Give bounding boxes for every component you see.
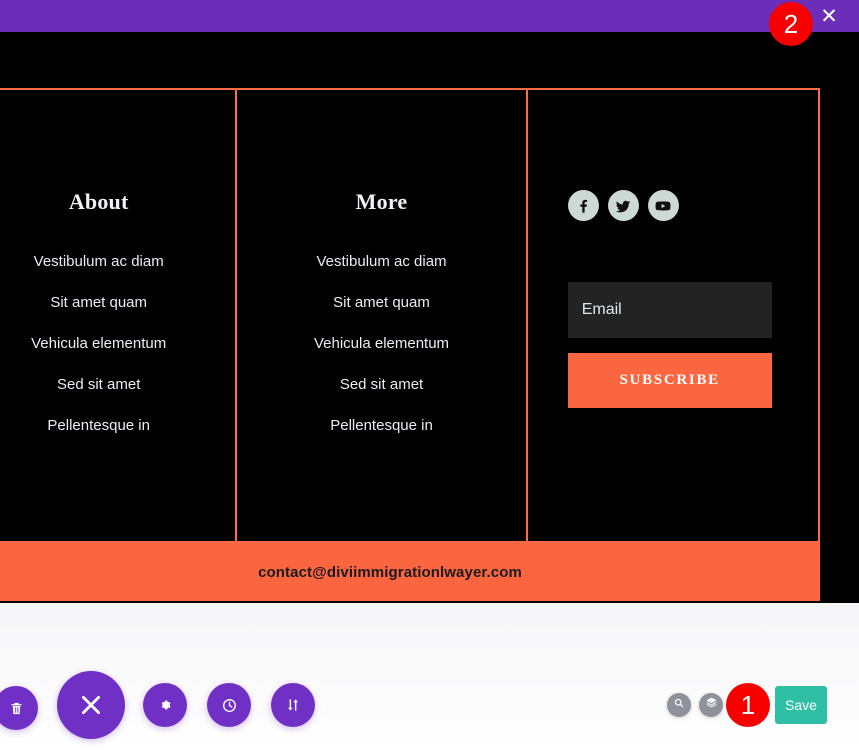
zoom-button[interactable] [667,693,691,717]
sort-arrows-icon [285,697,301,713]
contact-bar: contact@diviimmigrationlwayer.com [0,543,820,601]
column-heading-more: More [355,189,408,214]
list-item[interactable]: Sed sit amet [237,364,525,405]
history-button[interactable] [207,683,251,727]
step-badge-2: 2 [769,2,813,46]
list-item[interactable]: Pellentesque in [0,405,235,446]
list-item[interactable]: Vehicula elementum [0,323,235,364]
footer-widget-area: About Vestibulum ac diam Sit amet quam V… [0,88,820,543]
subscribe-button[interactable]: SUBSCRIBE [567,353,772,408]
facebook-icon [575,197,592,214]
footer-link-list-about: Vestibulum ac diam Sit amet quam Vehicul… [0,241,235,446]
youtube-icon [654,197,672,215]
layers-button[interactable] [699,693,723,717]
site-preview-canvas: About Vestibulum ac diam Sit amet quam V… [0,32,859,603]
contact-email-text[interactable]: contact@diviimmigrationlwayer.com [258,564,522,581]
magnifier-icon [673,696,685,714]
facebook-button[interactable] [567,190,599,221]
close-editor-button[interactable] [57,671,125,739]
close-icon [78,692,104,718]
twitter-icon [614,197,632,215]
column-heading-about: About [68,189,129,214]
twitter-button[interactable] [607,190,639,221]
social-follow-row [567,190,679,221]
list-item[interactable]: Sit amet quam [0,282,235,323]
layers-icon [705,696,718,714]
admin-top-bar: ✕ [0,0,859,32]
email-input[interactable] [567,282,772,338]
footer-column-about: About Vestibulum ac diam Sit amet quam V… [0,90,238,541]
list-item[interactable]: Vestibulum ac diam [237,241,525,282]
reorder-button[interactable] [271,683,315,727]
settings-button[interactable] [143,683,187,727]
list-item[interactable]: Vestibulum ac diam [0,241,235,282]
list-item[interactable]: Pellentesque in [237,405,525,446]
gear-icon [157,697,173,713]
footer-column-more: More Vestibulum ac diam Sit amet quam Ve… [237,90,528,541]
step-badge-1: 1 [726,683,770,727]
footer-link-list-more: Vestibulum ac diam Sit amet quam Vehicul… [237,241,525,446]
trash-icon [9,701,24,716]
list-item[interactable]: Vehicula elementum [237,323,525,364]
save-button[interactable]: Save [775,686,827,724]
youtube-button[interactable] [647,190,679,221]
list-item[interactable]: Sit amet quam [237,282,525,323]
editor-toolbar [0,603,859,750]
close-icon[interactable]: ✕ [819,6,839,27]
clock-icon [221,697,238,714]
list-item[interactable]: Sed sit amet [0,364,235,405]
footer-column-social: SUBSCRIBE [528,90,818,541]
